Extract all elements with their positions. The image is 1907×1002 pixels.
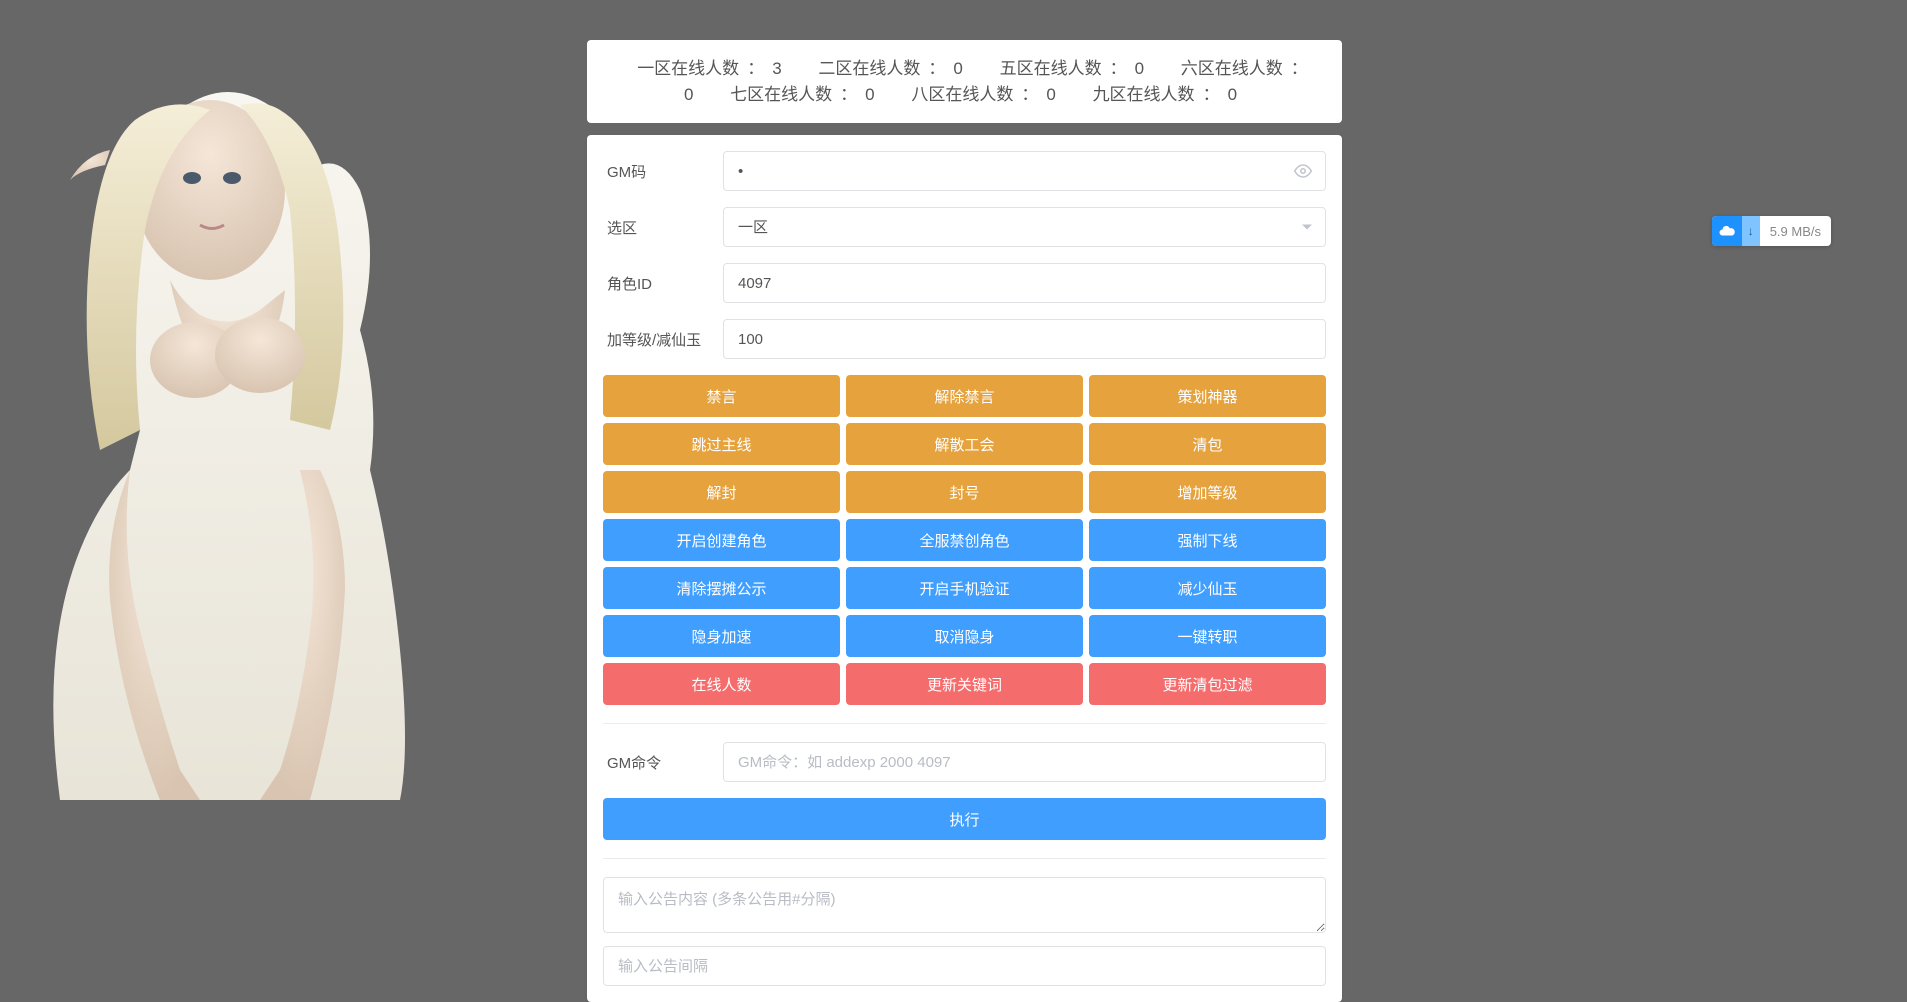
zone-label: 选区	[603, 217, 723, 238]
zone-status: 七区在线人数：0	[722, 85, 882, 104]
zone-status: 九区在线人数：0	[1085, 85, 1245, 104]
one-click-reclass-button[interactable]: 一键转职	[1089, 615, 1326, 657]
mute-button[interactable]: 禁言	[603, 375, 840, 417]
update-keywords-button[interactable]: 更新关键词	[846, 663, 1083, 705]
divider	[603, 723, 1326, 724]
download-speed-widget[interactable]: ↓ 5.9 MB/s	[1712, 216, 1831, 246]
gm-cmd-label: GM命令	[603, 752, 723, 773]
unmute-button[interactable]: 解除禁言	[846, 375, 1083, 417]
zone-status: 八区在线人数：0	[903, 85, 1063, 104]
online-count-button[interactable]: 在线人数	[603, 663, 840, 705]
clear-bag-button[interactable]: 清包	[1089, 423, 1326, 465]
unban-button[interactable]: 解封	[603, 471, 840, 513]
zone-select[interactable]: 一区	[723, 207, 1326, 247]
execute-button[interactable]: 执行	[603, 798, 1326, 840]
disband-guild-button[interactable]: 解散工会	[846, 423, 1083, 465]
online-status-bar: 一区在线人数：3 二区在线人数：0 五区在线人数：0 六区在线人数：0 七区在线…	[587, 40, 1342, 123]
gm-code-label: GM码	[603, 161, 723, 182]
zone-status: 五区在线人数：0	[992, 59, 1152, 78]
download-speed-text: 5.9 MB/s	[1760, 224, 1831, 239]
character-portrait	[0, 50, 420, 800]
role-id-label: 角色ID	[603, 273, 723, 294]
planner-artifact-button[interactable]: 策划神器	[1089, 375, 1326, 417]
ban-button[interactable]: 封号	[846, 471, 1083, 513]
eye-icon[interactable]	[1294, 162, 1312, 180]
gm-code-input[interactable]	[723, 151, 1326, 191]
notice-content-input[interactable]	[603, 877, 1326, 933]
download-arrow-icon: ↓	[1742, 216, 1760, 246]
divider	[603, 858, 1326, 859]
cancel-stealth-button[interactable]: 取消隐身	[846, 615, 1083, 657]
level-label: 加等级/减仙玉	[603, 329, 723, 350]
force-offline-button[interactable]: 强制下线	[1089, 519, 1326, 561]
cloud-icon	[1712, 216, 1742, 246]
enable-phone-verify-button[interactable]: 开启手机验证	[846, 567, 1083, 609]
gm-cmd-input[interactable]	[723, 742, 1326, 782]
clear-stall-notice-button[interactable]: 清除摆摊公示	[603, 567, 840, 609]
disable-create-role-button[interactable]: 全服禁创角色	[846, 519, 1083, 561]
add-level-button[interactable]: 增加等级	[1089, 471, 1326, 513]
main-panel: 一区在线人数：3 二区在线人数：0 五区在线人数：0 六区在线人数：0 七区在线…	[587, 40, 1342, 1002]
update-clearbag-filter-button[interactable]: 更新清包过滤	[1089, 663, 1326, 705]
zone-status: 二区在线人数：0	[810, 59, 970, 78]
stealth-speed-button[interactable]: 隐身加速	[603, 615, 840, 657]
level-input[interactable]	[723, 319, 1326, 359]
zone-status: 一区在线人数：3	[629, 59, 789, 78]
gm-form-card: GM码 选区 一区 角色ID 加等级/减仙玉	[587, 135, 1342, 1002]
notice-interval-input[interactable]	[603, 946, 1326, 986]
role-id-input[interactable]	[723, 263, 1326, 303]
enable-create-role-button[interactable]: 开启创建角色	[603, 519, 840, 561]
skip-main-button[interactable]: 跳过主线	[603, 423, 840, 465]
reduce-xianyu-button[interactable]: 减少仙玉	[1089, 567, 1326, 609]
